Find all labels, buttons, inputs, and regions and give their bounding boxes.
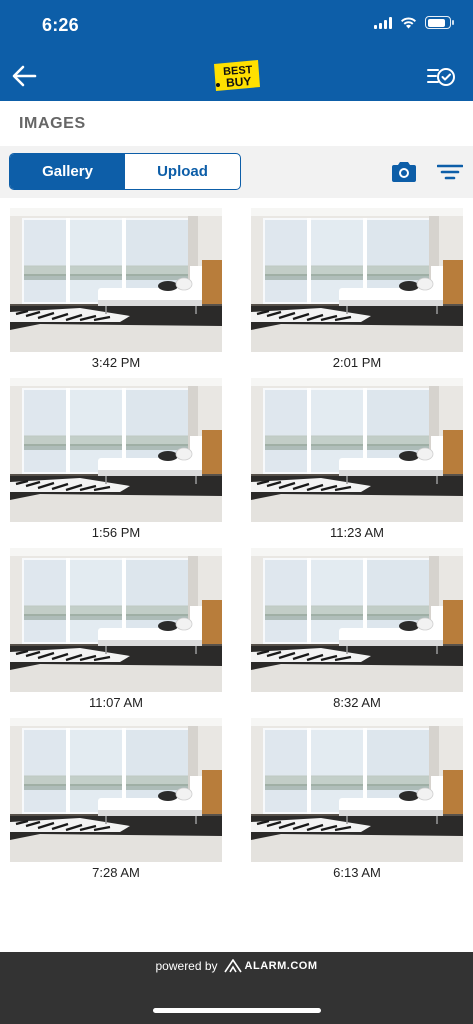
camera-snapshot-image[interactable] xyxy=(251,548,463,692)
tab-upload[interactable]: Upload xyxy=(125,154,240,189)
alarm-com-brand-text: ALARM.COM xyxy=(244,960,318,972)
battery-icon xyxy=(425,16,454,29)
alarm-com-logo-icon xyxy=(223,959,242,973)
tab-gallery[interactable]: Gallery xyxy=(10,154,125,189)
home-indicator[interactable] xyxy=(153,1008,321,1013)
camera-snapshot-image[interactable] xyxy=(10,548,222,692)
footer-bar: powered by ALARM.COM xyxy=(0,952,473,1024)
view-segmented-control: Gallery Upload xyxy=(9,153,241,190)
gallery-tile[interactable]: 3:42 PM xyxy=(10,208,222,372)
battery-level-fill xyxy=(427,18,446,27)
gallery-tile[interactable]: 7:28 AM xyxy=(10,718,222,882)
filter-icon[interactable] xyxy=(437,162,463,184)
image-timestamp: 1:56 PM xyxy=(91,525,141,540)
image-timestamp: 3:42 PM xyxy=(91,355,141,370)
camera-snapshot-image[interactable] xyxy=(10,378,222,522)
image-timestamp: 11:23 AM xyxy=(330,525,384,540)
camera-snapshot-image[interactable] xyxy=(251,718,463,862)
image-timestamp: 11:07 AM xyxy=(89,695,143,710)
gallery-tile[interactable]: 11:23 AM xyxy=(251,378,463,542)
checklist-icon[interactable] xyxy=(426,64,456,90)
gallery-tile[interactable]: 6:13 AM xyxy=(251,718,463,882)
camera-snapshot-image[interactable] xyxy=(251,208,463,352)
status-icons xyxy=(374,16,454,29)
page-title: IMAGES xyxy=(19,115,86,132)
image-timestamp: 8:32 AM xyxy=(333,695,381,710)
alarm-com-brand: ALARM.COM xyxy=(223,959,318,973)
camera-icon[interactable] xyxy=(390,160,418,184)
gallery-tile[interactable]: 1:56 PM xyxy=(10,378,222,542)
image-timestamp: 2:01 PM xyxy=(332,355,382,370)
image-timestamp: 7:28 AM xyxy=(92,865,140,880)
best-buy-logo[interactable]: BEST BUY xyxy=(211,59,261,92)
cellular-signal-icon xyxy=(374,16,392,29)
wifi-icon xyxy=(401,16,416,28)
gallery-tile[interactable]: 8:32 AM xyxy=(251,548,463,712)
app-header: 6:26 BEST BUY xyxy=(0,0,473,101)
image-timestamp: 6:13 AM xyxy=(333,865,381,880)
back-arrow-icon[interactable] xyxy=(10,62,38,90)
camera-snapshot-image[interactable] xyxy=(10,718,222,862)
gallery-tile[interactable]: 11:07 AM xyxy=(10,548,222,712)
powered-by: powered by ALARM.COM xyxy=(0,959,473,973)
powered-by-label: powered by xyxy=(155,959,218,973)
gallery-tile[interactable]: 2:01 PM xyxy=(251,208,463,372)
camera-snapshot-image[interactable] xyxy=(10,208,222,352)
camera-snapshot-image[interactable] xyxy=(251,378,463,522)
svg-text:BUY: BUY xyxy=(226,74,252,90)
status-time: 6:26 xyxy=(42,15,79,35)
